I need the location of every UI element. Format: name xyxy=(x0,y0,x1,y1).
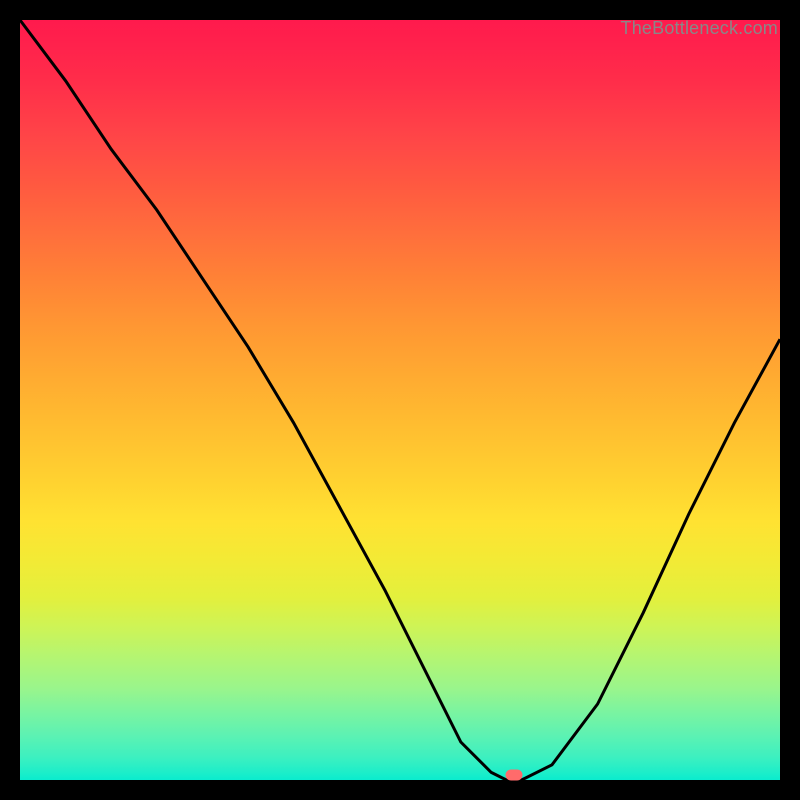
chart-frame: TheBottleneck.com xyxy=(0,0,800,800)
optimal-marker xyxy=(506,770,523,781)
bottleneck-curve xyxy=(20,20,780,780)
plot-area: TheBottleneck.com xyxy=(20,20,780,780)
